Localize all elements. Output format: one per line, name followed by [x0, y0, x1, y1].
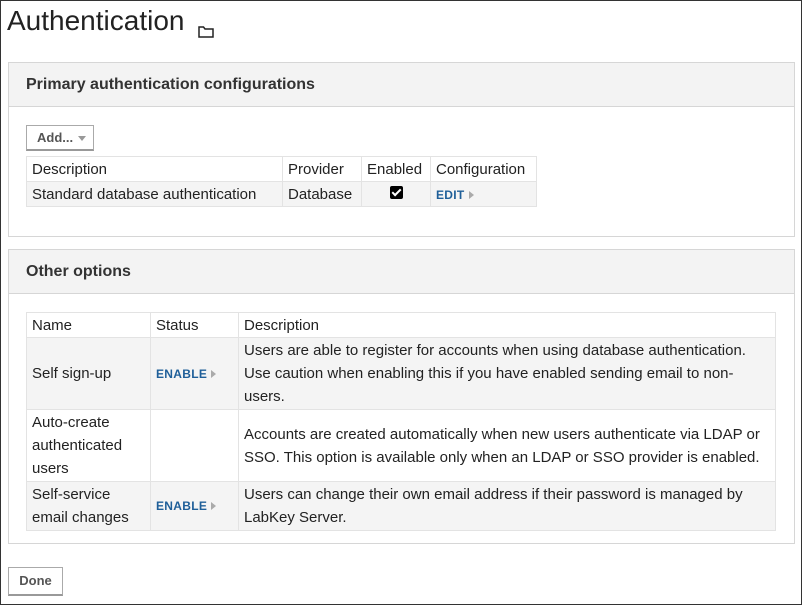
column-header-provider: Provider: [282, 156, 362, 182]
table-row: Self-service email changes ENABLE Users …: [26, 481, 776, 531]
column-header-description: Description: [26, 156, 283, 182]
config-description: Standard database authentication: [26, 181, 283, 207]
option-status-cell: ENABLE: [150, 481, 239, 531]
column-header-enabled: Enabled: [361, 156, 431, 182]
table-row: Auto-create authenticated users Accounts…: [26, 409, 776, 482]
other-options-panel: Other options Name Status Description Se…: [8, 249, 795, 544]
page-title: Authentication: [7, 5, 185, 36]
option-description: Users are able to register for accounts …: [238, 337, 776, 410]
folder-icon[interactable]: [198, 14, 215, 38]
option-status-cell: ENABLE: [150, 337, 239, 410]
table-header-row: Name Status Description: [26, 312, 776, 338]
table-row: Self sign-up ENABLE Users are able to re…: [26, 337, 776, 410]
column-header-configuration: Configuration: [430, 156, 537, 182]
option-name: Self-service email changes: [26, 481, 151, 531]
config-configuration-cell: EDIT: [430, 181, 537, 207]
option-name: Auto-create authenticated users: [26, 409, 151, 482]
table-header-row: Description Provider Enabled Configurati…: [26, 156, 537, 182]
enable-link[interactable]: ENABLE: [156, 499, 207, 513]
table-row: Standard database authentication Databas…: [26, 181, 537, 207]
other-options-table: Name Status Description Self sign-up ENA…: [26, 312, 776, 531]
column-header-description: Description: [238, 312, 776, 338]
edit-link[interactable]: EDIT: [436, 188, 465, 202]
primary-auth-panel: Primary authentication configurations Ad…: [8, 62, 795, 237]
primary-auth-heading: Primary authentication configurations: [9, 63, 794, 107]
add-button-label: Add...: [37, 130, 74, 145]
enabled-checkbox[interactable]: [389, 185, 403, 199]
enable-link[interactable]: ENABLE: [156, 367, 207, 381]
caret-right-icon: [468, 190, 474, 199]
page-title-bar: Authentication: [7, 5, 215, 38]
config-provider: Database: [282, 181, 362, 207]
chevron-down-icon: [78, 136, 87, 142]
done-button[interactable]: Done: [8, 567, 63, 596]
caret-right-icon: [211, 369, 217, 378]
option-description: Users can change their own email address…: [238, 481, 776, 531]
caret-right-icon: [211, 502, 217, 511]
option-status-cell: [150, 409, 239, 482]
column-header-name: Name: [26, 312, 151, 338]
option-name: Self sign-up: [26, 337, 151, 410]
column-header-status: Status: [150, 312, 239, 338]
primary-config-table: Description Provider Enabled Configurati…: [26, 156, 537, 207]
add-dropdown-button[interactable]: Add...: [26, 125, 94, 151]
config-enabled-cell: [361, 181, 431, 207]
other-options-heading: Other options: [9, 250, 794, 294]
option-description: Accounts are created automatically when …: [238, 409, 776, 482]
